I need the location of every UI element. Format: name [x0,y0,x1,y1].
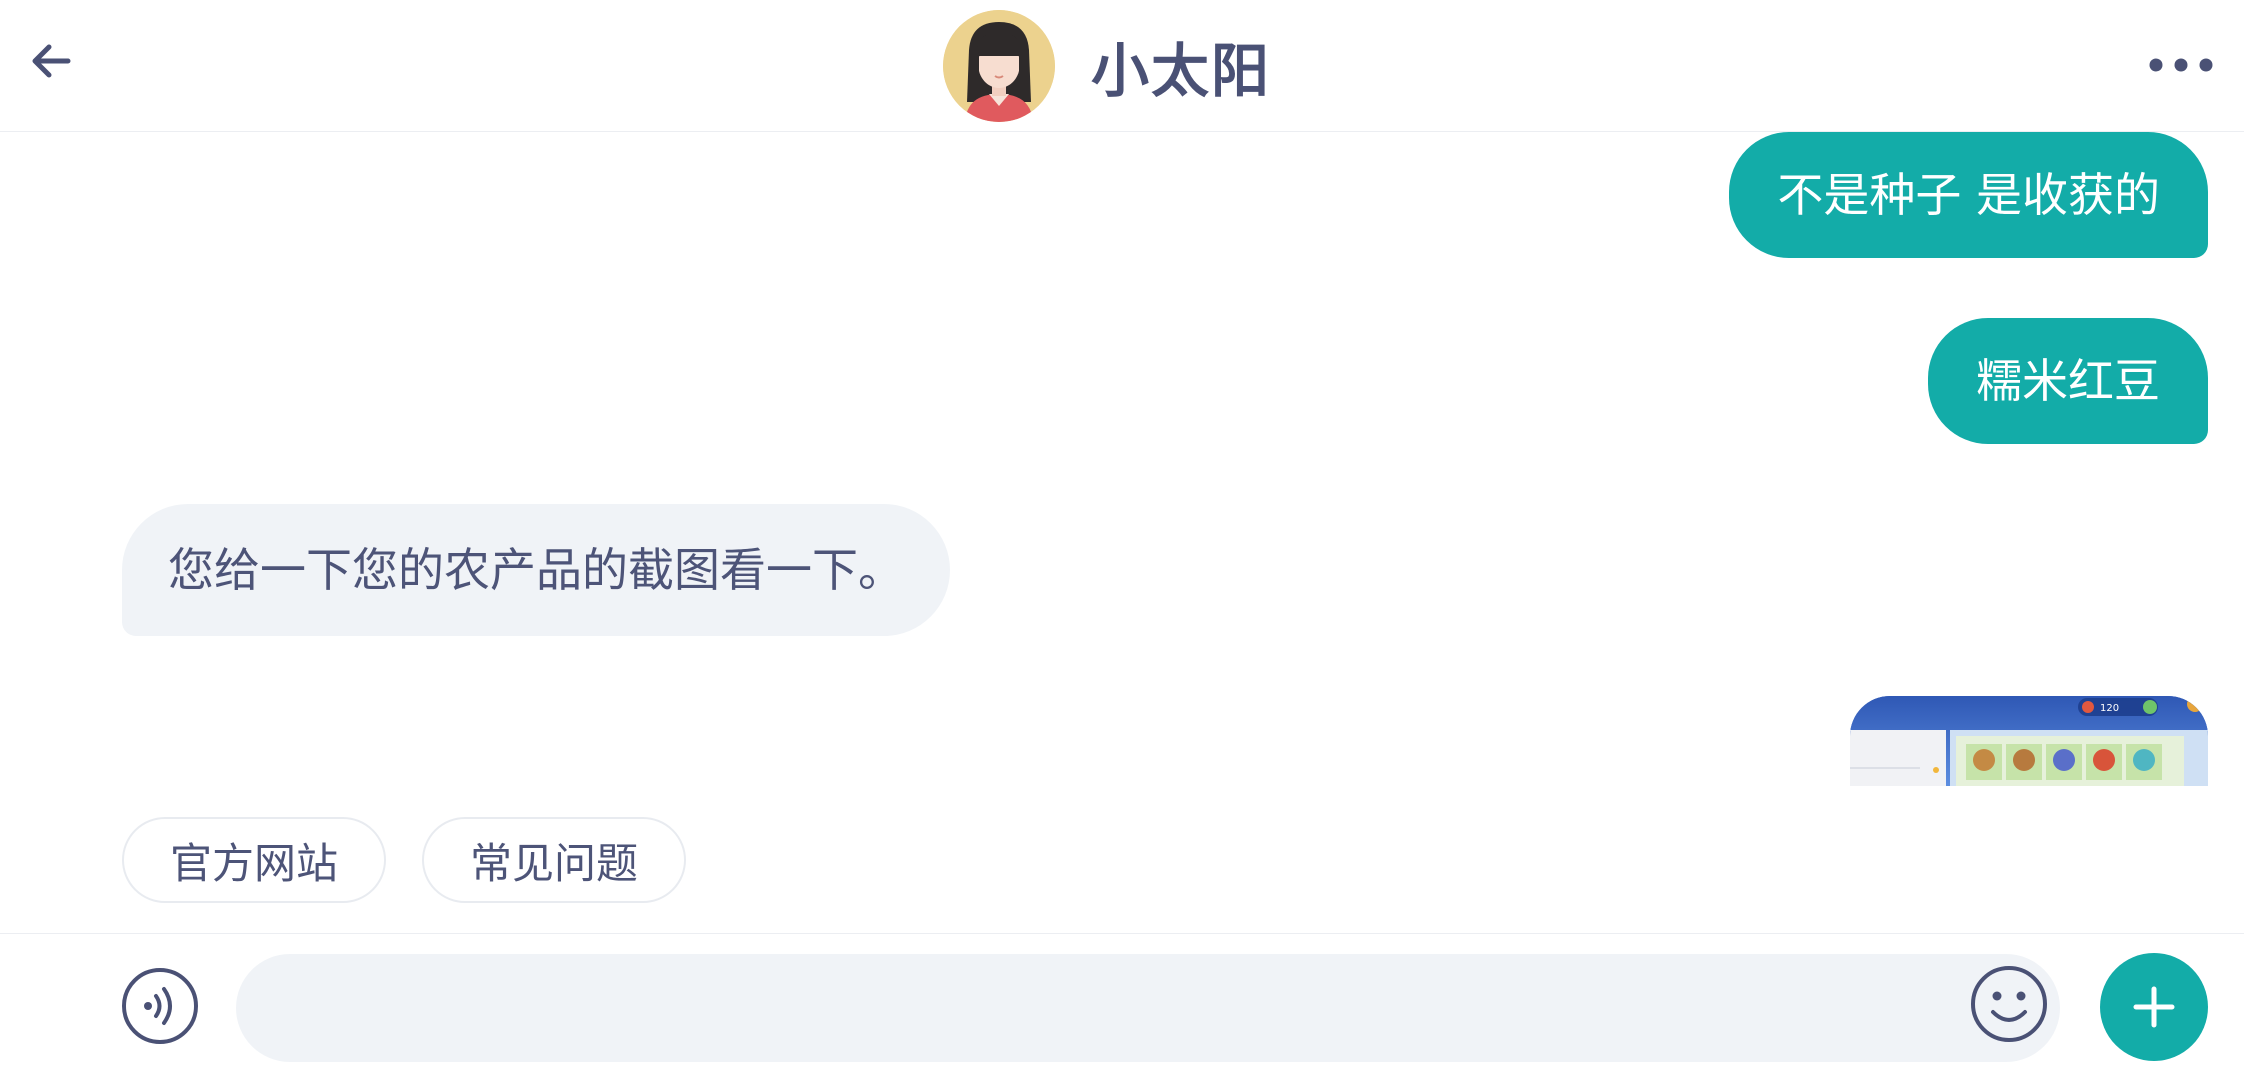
plus-icon [2133,986,2175,1028]
message-text: 不是种子 是收获的 [1777,168,2160,222]
emoji-button[interactable] [1969,964,2049,1044]
message-text: 糯米红豆 [1976,354,2160,408]
more-horizontal-icon [2149,58,2213,72]
chat-title[interactable]: 小太阳 [943,10,1271,122]
avatar[interactable] [943,10,1055,122]
chat-header: 小太阳 [0,0,2244,132]
outgoing-message[interactable]: 不是种子 是收获的 [1729,132,2208,258]
image-badge: 120 [2100,703,2119,714]
quick-replies: 官方网站 常见问题 [122,817,687,903]
emoji-icon [1971,966,2047,1042]
message-text: 您给一下您的农产品的截图看一下。 [168,543,904,597]
avatar-image [943,10,1055,122]
outgoing-message[interactable]: 糯米红豆 [1928,318,2208,444]
incoming-message[interactable]: 您给一下您的农产品的截图看一下。 [122,504,950,636]
voice-icon [122,968,198,1044]
contact-name: 小太阳 [1091,37,1272,105]
quick-reply-official-site[interactable]: 官方网站 [122,817,387,903]
message-input[interactable] [236,954,2060,1062]
game-screenshot-thumbnail: 120 [1850,696,2208,786]
voice-button[interactable] [121,967,199,1045]
back-button[interactable] [20,30,82,92]
message-list[interactable]: 不是种子 是收获的 糯米红豆 您给一下您的农产品的截图看一下。 120 [0,132,2244,786]
plus-button[interactable] [2100,953,2208,1061]
quick-reply-faq[interactable]: 常见问题 [422,817,687,903]
input-bar [0,933,2244,1080]
arrow-left-icon [32,44,71,78]
image-message[interactable]: 120 [1850,696,2208,786]
more-button[interactable] [2144,42,2218,88]
chat-screen: 小太阳 不是种子 是收获的 糯米红豆 您给一下您的农产品的截图看一下。 120 … [0,0,2244,1080]
